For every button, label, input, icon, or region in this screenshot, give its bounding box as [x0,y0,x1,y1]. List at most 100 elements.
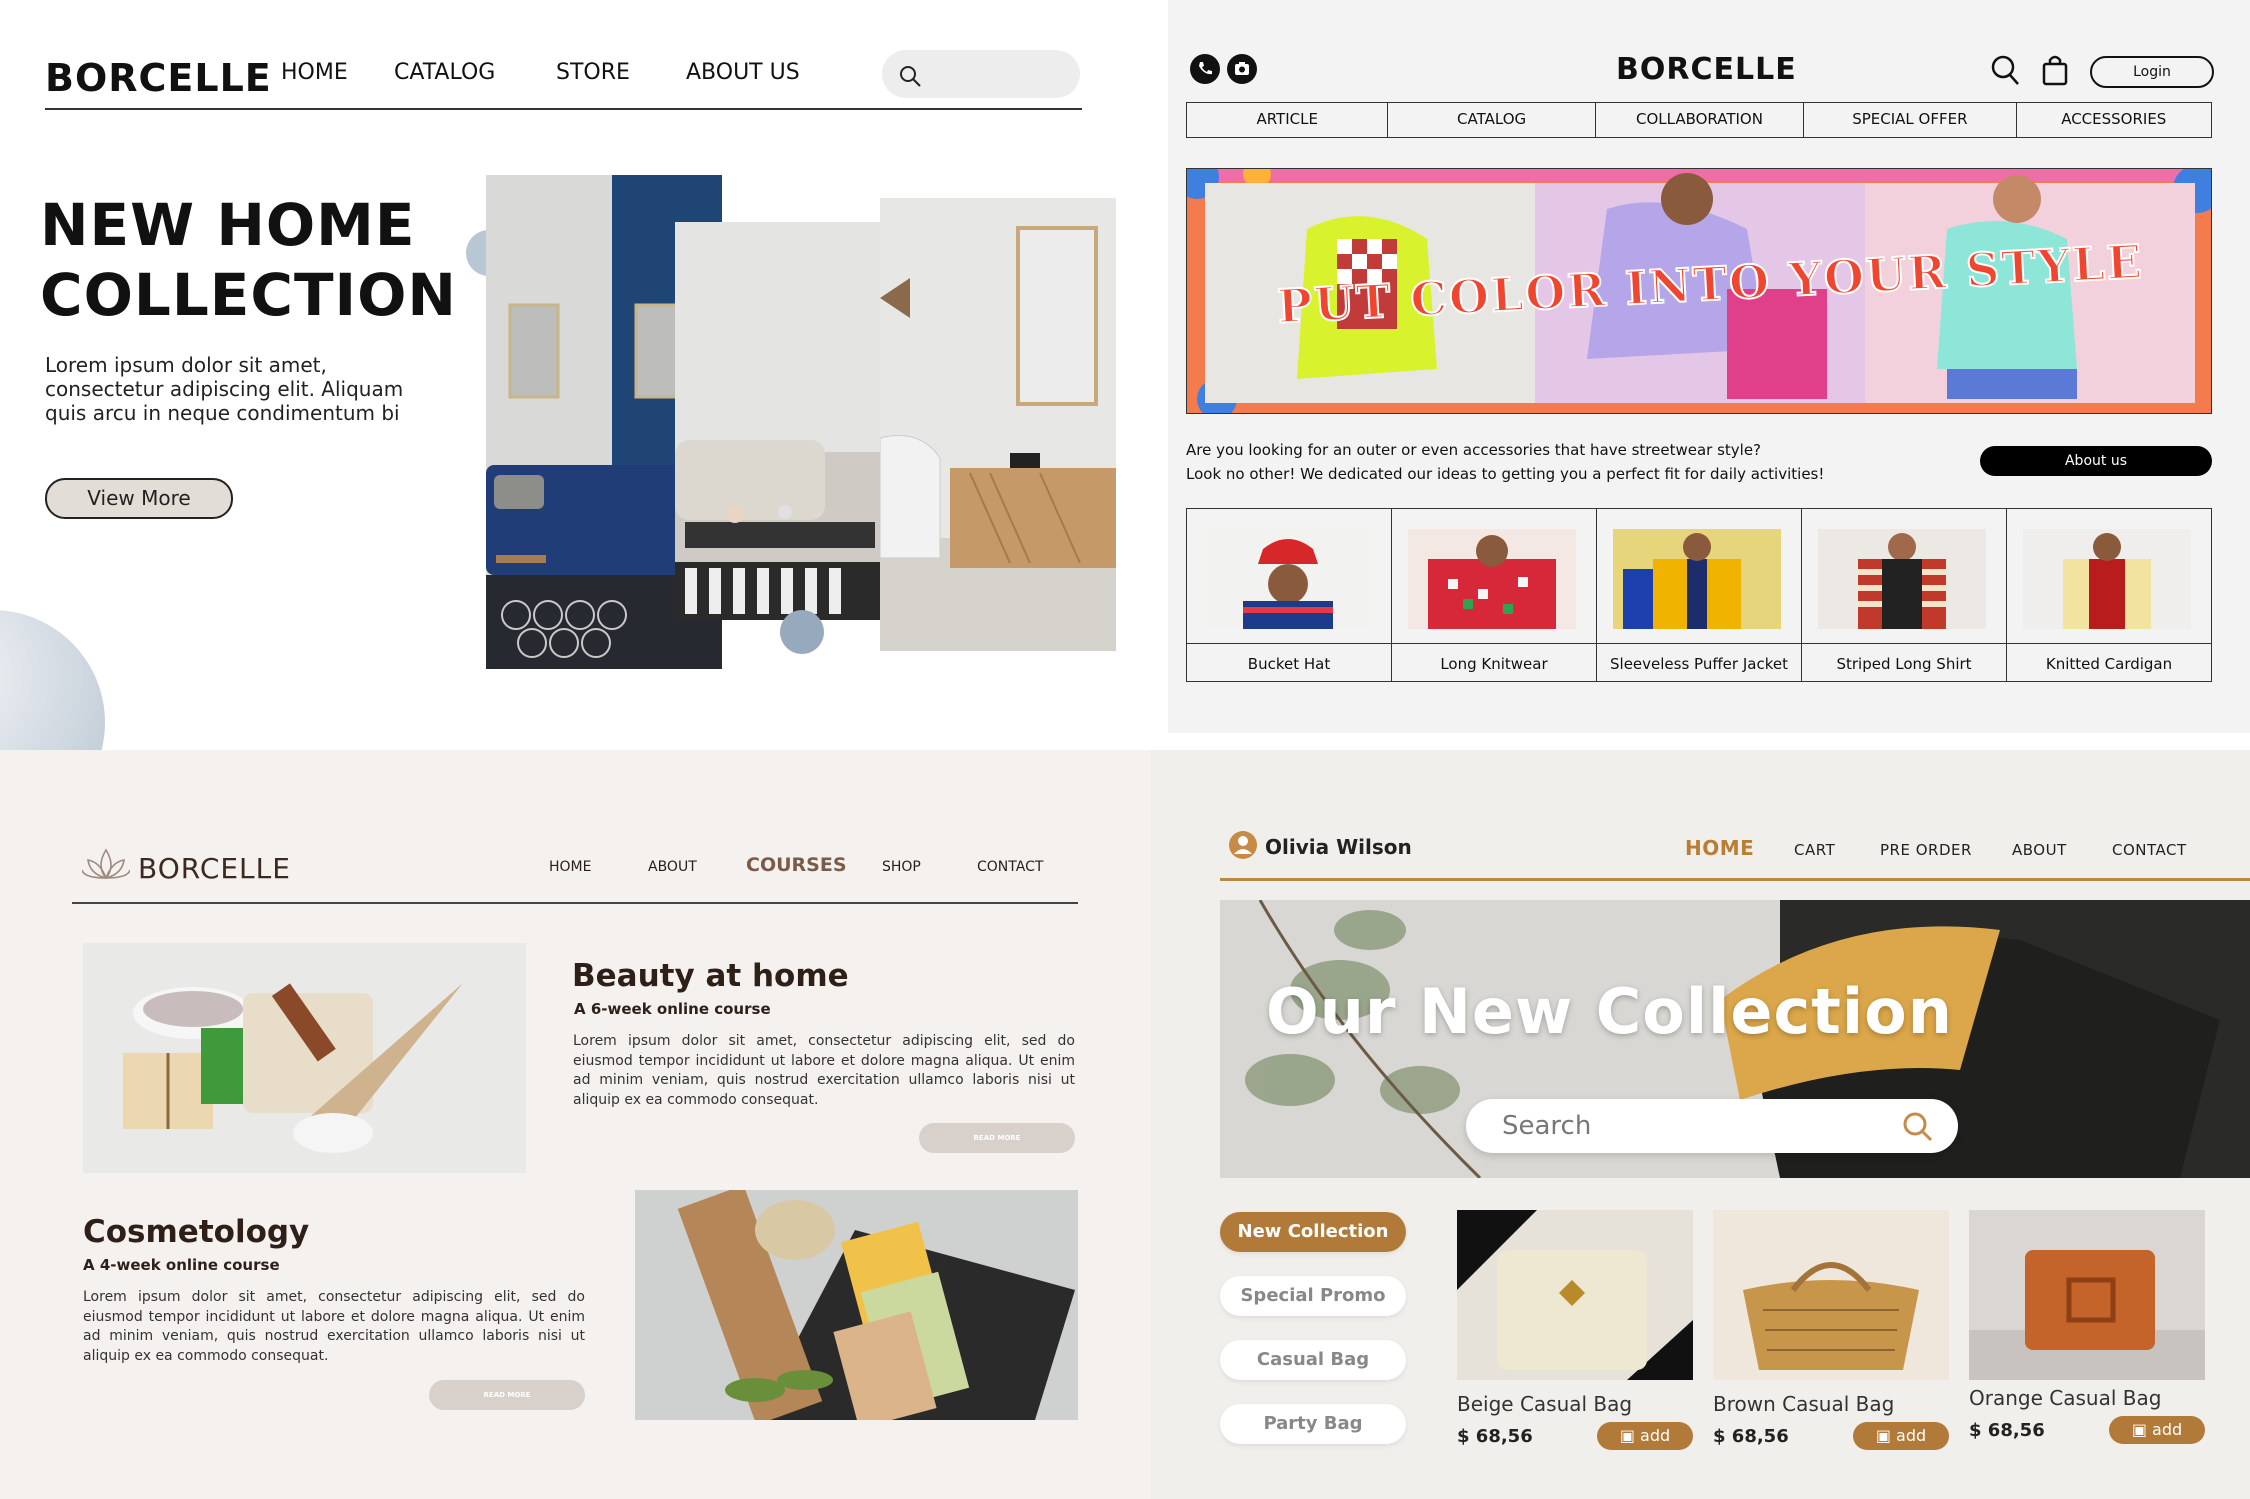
nav-store[interactable]: STORE [556,60,630,85]
category-party-bag[interactable]: Party Bag [1220,1404,1406,1444]
menu-special-offer[interactable]: SPECIAL OFFER [1804,103,2017,137]
bag-icon: ▣ [1619,1426,1635,1445]
spa-products-photo [83,943,526,1173]
search-input[interactable] [882,50,1080,98]
product-name: Bucket Hat [1187,643,1391,682]
hero-title-line: NEW HOME [40,191,416,259]
product-card[interactable]: Striped Long Shirt [1802,509,2007,681]
product-image [2023,529,2191,629]
nav-home[interactable]: HOME [549,859,591,875]
search-icon[interactable] [898,64,922,88]
category-special-promo[interactable]: Special Promo [1220,1276,1406,1316]
promo-banner[interactable]: PUT COLOR INTO YOUR STYLE [1186,168,2212,414]
product-card[interactable]: Sleeveless Puffer Jacket [1597,509,1802,681]
sideboard-photo [880,198,1116,651]
nav-cart[interactable]: CART [1794,841,1835,859]
category-new-collection[interactable]: New Collection [1220,1212,1406,1252]
product-name: Orange Casual Bag [1969,1386,2162,1410]
product-card[interactable]: Beige Casual Bag $ 68,56 ▣ add [1457,1210,1693,1450]
header-divider [1220,878,2250,881]
user-icon[interactable] [1228,830,1258,860]
product-price: $ 68,56 [1457,1426,1533,1447]
nav-home[interactable]: HOME [281,60,348,85]
product-card[interactable]: Bucket Hat [1187,509,1392,681]
login-button[interactable]: Login [2090,56,2214,88]
product-card[interactable]: Knitted Cardigan [2007,509,2211,681]
add-label: add [2152,1420,2183,1439]
course-duration: A 6-week online course [574,1000,771,1018]
header-divider [45,108,1082,110]
product-name: Beige Casual Bag [1457,1392,1633,1416]
product-price: $ 68,56 [1713,1426,1789,1447]
read-more-button[interactable]: READ MORE [919,1123,1075,1153]
course-description: Lorem ipsum dolor sit amet, consectetur … [573,1033,1075,1108]
read-more-button[interactable]: READ MORE [429,1380,585,1410]
nav-about[interactable]: ABOUT [2012,841,2067,859]
product-name: Striped Long Shirt [1802,643,2006,682]
bag-icon: ▣ [1875,1426,1891,1445]
menu-catalog[interactable]: CATALOG [1388,103,1596,137]
menu-accessories[interactable]: ACCESSORIES [2017,103,2211,137]
lotus-icon [82,848,130,880]
user-name[interactable]: Olivia Wilson [1265,835,1412,859]
course-title: Beauty at home [572,958,849,994]
product-image [1969,1210,2205,1380]
search-icon[interactable] [1902,1111,1934,1143]
menu-collaboration[interactable]: COLLABORATION [1596,103,1805,137]
product-image [1818,529,1986,629]
add-label: add [1896,1426,1927,1445]
course-title: Cosmetology [83,1214,310,1250]
nav-courses[interactable]: COURSES [746,854,847,876]
product-name: Brown Casual Bag [1713,1392,1895,1416]
product-card[interactable]: Brown Casual Bag $ 68,56 ▣ add [1713,1210,1949,1450]
decorative-circle [780,610,824,654]
brand-logo[interactable]: BORCELLE [138,852,291,885]
hero-title: Our New Collection [1266,975,1953,1048]
brand-logo[interactable]: BORCELLE [45,56,272,100]
nav-contact[interactable]: CONTACT [977,859,1043,875]
nav-home[interactable]: HOME [1685,836,1754,860]
hero-description: Lorem ipsum dolor sit amet, consectetur … [45,353,404,425]
about-us-button[interactable]: About us [1980,446,2212,476]
bag-icon: ▣ [2131,1420,2147,1439]
view-more-button[interactable]: View More [45,478,233,519]
hero-title-line: COLLECTION [40,261,457,329]
add-to-cart-button[interactable]: ▣ add [1597,1422,1693,1450]
add-to-cart-button[interactable]: ▣ add [1853,1422,1949,1450]
intro-line: Are you looking for an outer or even acc… [1186,441,1762,459]
intro-line: Look no other! We dedicated our ideas to… [1186,465,1825,483]
phone-icon[interactable] [1190,54,1220,84]
product-name: Long Knitwear [1392,643,1596,682]
product-image [1457,1210,1693,1380]
course-description: Lorem ipsum dolor sit amet, consectetur … [83,1289,585,1364]
nav-about[interactable]: ABOUT [648,859,697,875]
nav-pre-order[interactable]: PRE ORDER [1880,841,1972,859]
product-card[interactable]: Orange Casual Bag $ 68,56 ▣ add [1969,1210,2205,1444]
menu-article[interactable]: ARTICLE [1187,103,1389,137]
beauty-courses-page: BORCELLE HOME ABOUT COURSES SHOP CONTACT… [0,750,1150,1499]
add-label: add [1640,1426,1671,1445]
add-to-cart-button[interactable]: ▣ add [2109,1416,2205,1444]
product-image [1408,529,1576,629]
brand-logo[interactable]: BORCELLE [1616,52,1797,87]
nav-shop[interactable]: SHOP [882,859,921,875]
product-image [1713,1210,1949,1380]
search-icon[interactable] [1990,54,2020,86]
category-casual-bag[interactable]: Casual Bag [1220,1340,1406,1380]
header-divider [72,902,1078,904]
search-input[interactable]: Search [1466,1099,1958,1153]
nav-about-us[interactable]: ABOUT US [686,60,800,85]
product-card[interactable]: Long Knitwear [1392,509,1597,681]
nav-contact[interactable]: CONTACT [2112,841,2187,859]
lounge-photo [675,222,880,620]
product-grid: Bucket Hat Long Knitwear Sleeveless Puff… [1186,508,2212,682]
intro-text: Are you looking for an outer or even acc… [1186,438,1946,486]
home-decor-page: BORCELLE HOME CATALOG STORE ABOUT US NEW… [0,0,1165,750]
product-name: Knitted Cardigan [2007,643,2211,682]
search-placeholder: Search [1502,1111,1592,1141]
shopping-bag-icon[interactable] [2042,54,2068,86]
streetwear-page: BORCELLE Login ARTICLE CATALOG COLLABORA… [1168,0,2250,733]
camera-icon[interactable] [1227,54,1257,84]
bag-store-page: Olivia Wilson HOME CART PRE ORDER ABOUT … [1150,750,2250,1499]
nav-catalog[interactable]: CATALOG [394,60,495,85]
